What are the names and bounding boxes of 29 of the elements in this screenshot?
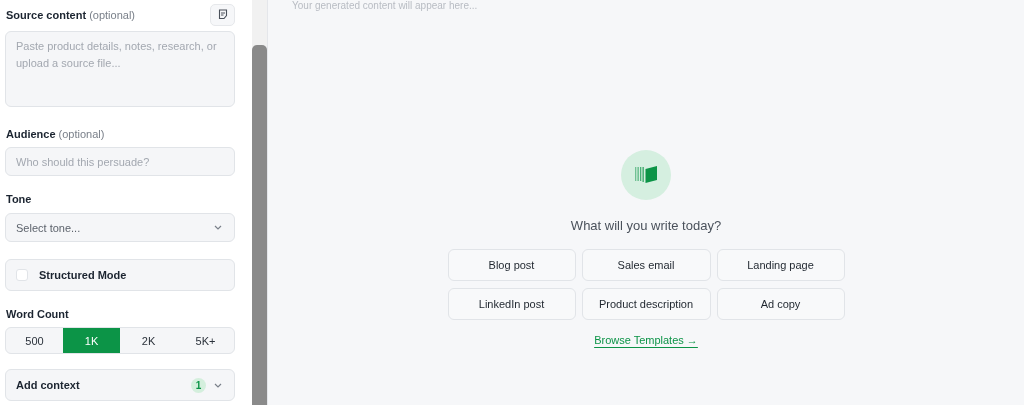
book-icon bbox=[621, 150, 671, 200]
word-count-option[interactable]: 500 bbox=[6, 328, 63, 353]
template-button[interactable]: Landing page bbox=[716, 249, 845, 281]
field-label: Source content (optional) bbox=[6, 8, 135, 21]
word-count-option[interactable]: 1K bbox=[63, 328, 120, 353]
scrollbar[interactable] bbox=[252, 0, 268, 405]
field-label: Tone bbox=[6, 193, 32, 205]
tone-select[interactable]: Select tone... bbox=[5, 213, 235, 242]
chevron-down-icon bbox=[214, 225, 222, 230]
notes-button[interactable] bbox=[210, 3, 235, 26]
field-label: Audience (optional) bbox=[6, 128, 105, 140]
audience-input[interactable]: Who should this persuade? bbox=[5, 147, 235, 176]
word-count-option[interactable]: 5K+ bbox=[177, 328, 234, 353]
note-icon bbox=[217, 9, 228, 20]
template-button[interactable]: LinkedIn post bbox=[447, 288, 576, 320]
template-button[interactable]: Blog post bbox=[447, 249, 576, 281]
field-label: Word Count bbox=[6, 308, 69, 320]
chevron-down-icon bbox=[214, 382, 222, 388]
browse-templates-link[interactable]: Browse Templates → bbox=[594, 334, 698, 346]
count-badge: 1 bbox=[191, 377, 206, 393]
source-text-area[interactable]: Paste product details, notes, research, or upload a source file... bbox=[5, 31, 235, 107]
template-button[interactable]: Ad copy bbox=[716, 288, 845, 320]
template-button[interactable]: Product description bbox=[581, 288, 711, 320]
checkbox[interactable] bbox=[16, 269, 28, 281]
word-count-option[interactable]: 2K bbox=[120, 328, 177, 353]
add-context-button[interactable]: Add context 1 bbox=[5, 369, 235, 401]
template-button[interactable]: Sales email bbox=[581, 249, 711, 281]
prompt-heading: What will you write today? bbox=[570, 218, 722, 233]
checkbox-label: Structured Mode bbox=[39, 269, 127, 281]
